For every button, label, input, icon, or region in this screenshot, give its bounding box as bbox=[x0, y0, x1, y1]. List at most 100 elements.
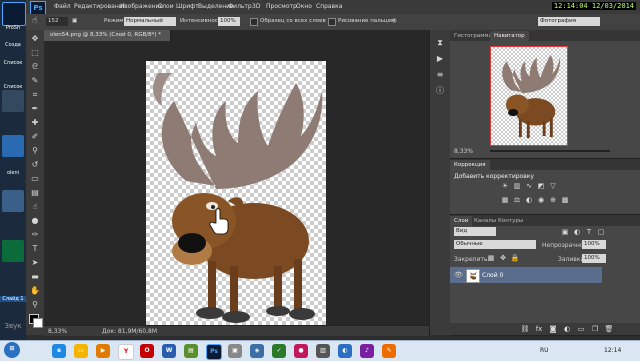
info-panel-icon[interactable]: ⓘ bbox=[435, 86, 445, 96]
layer-name[interactable]: Слой 0 bbox=[482, 272, 503, 279]
tab-paths[interactable]: Контуры bbox=[494, 216, 527, 226]
add-mask-icon[interactable]: ◙ bbox=[548, 324, 558, 334]
mode-select[interactable]: Нормальный bbox=[124, 17, 176, 26]
app7-taskbar-icon[interactable]: ◐ bbox=[338, 344, 352, 358]
crop-tool-icon[interactable]: ⌗ bbox=[30, 90, 40, 100]
quick-select-icon[interactable]: ✎ bbox=[30, 76, 40, 86]
photoshop-taskbar-icon[interactable]: Ps bbox=[206, 344, 222, 360]
brush-tool-icon[interactable]: ✐ bbox=[30, 132, 40, 142]
app3-taskbar-icon[interactable]: ◈ bbox=[250, 344, 264, 358]
clone-stamp-icon[interactable]: ⚲ bbox=[30, 146, 40, 156]
smudge-tool-icon[interactable]: ☝ bbox=[30, 202, 40, 212]
opacity-field[interactable]: 100% bbox=[582, 240, 606, 249]
tab-layers[interactable]: Слои bbox=[450, 216, 473, 226]
history-panel-icon[interactable]: ⧗ bbox=[435, 38, 445, 48]
menu-3d[interactable]: 3D bbox=[252, 3, 260, 10]
menu-image[interactable]: Изображение bbox=[120, 3, 163, 10]
zoom-level[interactable]: 8,33% bbox=[48, 328, 67, 335]
tab-adjustments[interactable]: Коррекция bbox=[450, 160, 490, 170]
levels-icon[interactable]: ▥ bbox=[512, 181, 522, 191]
app-taskbar-icon[interactable]: ▤ bbox=[184, 344, 198, 358]
navigator-zoom-slider[interactable] bbox=[490, 150, 610, 152]
app5-taskbar-icon[interactable]: ● bbox=[294, 344, 308, 358]
new-group-icon[interactable]: ▭ bbox=[576, 324, 586, 334]
layer-visibility-eye-icon[interactable]: 👁 bbox=[454, 271, 463, 279]
app8-taskbar-icon[interactable]: ♪ bbox=[360, 344, 374, 358]
menu-help[interactable]: Справка bbox=[316, 3, 342, 10]
finger-paint-checkbox[interactable] bbox=[328, 18, 336, 26]
ie-taskbar-icon[interactable]: e bbox=[52, 344, 66, 358]
lock-position-icon[interactable]: ✥ bbox=[498, 253, 508, 263]
photo-filter-icon[interactable]: ◉ bbox=[536, 195, 546, 205]
workspace-select[interactable]: Фотография bbox=[538, 17, 600, 26]
filter-adjust-icon[interactable]: ◐ bbox=[572, 227, 582, 237]
explorer-taskbar-icon[interactable]: ▭ bbox=[74, 344, 88, 358]
history-brush-icon[interactable]: ↺ bbox=[30, 160, 40, 170]
filter-type-icon[interactable]: T bbox=[584, 227, 594, 237]
media-taskbar-icon[interactable]: ▶ bbox=[96, 344, 110, 358]
type-tool-icon[interactable]: T bbox=[30, 244, 40, 254]
menu-type[interactable]: Шрифт bbox=[176, 3, 199, 10]
app4-taskbar-icon[interactable]: ✓ bbox=[272, 344, 286, 358]
path-select-icon[interactable]: ➤ bbox=[30, 258, 40, 268]
pressure-icon[interactable]: ◎ bbox=[392, 18, 397, 24]
blend-mode-select[interactable]: Обычные bbox=[454, 240, 536, 249]
brush-size-field[interactable]: 152 bbox=[46, 17, 68, 26]
smudge-tool-icon[interactable]: ☝ bbox=[32, 16, 37, 26]
brightness-icon[interactable]: ☀ bbox=[500, 181, 510, 191]
delete-layer-icon[interactable]: 🗑 bbox=[604, 324, 614, 334]
curves-icon[interactable]: ∿ bbox=[524, 181, 534, 191]
sample-all-checkbox[interactable] bbox=[250, 18, 258, 26]
adjustment-layer-icon[interactable]: ◐ bbox=[562, 324, 572, 334]
properties-panel-icon[interactable]: ≡ bbox=[435, 70, 445, 80]
menu-file[interactable]: Файл bbox=[54, 3, 71, 10]
document-tab[interactable]: olen54.png @ 8,33% (Слой 0, RGB/8*) * bbox=[44, 30, 171, 41]
menu-layers[interactable]: Слои bbox=[158, 3, 174, 10]
intensity-field[interactable]: 100% bbox=[218, 17, 240, 26]
color-lookup-icon[interactable]: ▩ bbox=[560, 195, 570, 205]
lock-pixels-icon[interactable]: ▦ bbox=[486, 253, 496, 263]
lock-all-icon[interactable]: 🔒 bbox=[510, 253, 520, 263]
navigator-zoom[interactable]: 8,33% bbox=[454, 148, 473, 155]
eyedropper-icon[interactable]: ✒ bbox=[30, 104, 40, 114]
marquee-tool-icon[interactable]: ⬚ bbox=[30, 48, 40, 58]
menu-view[interactable]: Просмотр bbox=[266, 3, 297, 10]
opera-taskbar-icon[interactable]: O bbox=[140, 344, 154, 358]
move-tool-icon[interactable]: ✥ bbox=[30, 34, 40, 44]
taskbar-clock[interactable]: 12:14 bbox=[604, 347, 621, 354]
gradient-tool-icon[interactable]: ▤ bbox=[30, 188, 40, 198]
link-layers-icon[interactable]: ⛓ bbox=[520, 324, 530, 334]
menu-window[interactable]: Окно bbox=[296, 3, 312, 10]
proshow-icon[interactable] bbox=[2, 2, 26, 26]
image-file-icon-2[interactable] bbox=[2, 190, 24, 212]
hue-saturation-icon[interactable]: ▦ bbox=[500, 195, 510, 205]
christmas-image-icon[interactable] bbox=[2, 240, 24, 262]
tab-navigator[interactable]: Навигатор bbox=[490, 31, 529, 41]
hand-tool-icon[interactable]: ✋ bbox=[30, 286, 40, 296]
menu-filter[interactable]: Фильтр bbox=[228, 3, 252, 10]
language-indicator[interactable]: RU bbox=[540, 347, 549, 354]
fill-field[interactable]: 100% bbox=[582, 254, 606, 263]
dodge-tool-icon[interactable]: ● bbox=[30, 216, 40, 226]
layer-row[interactable]: 👁 Слой 0 bbox=[450, 267, 602, 283]
zoom-tool-icon[interactable]: ⚲ bbox=[30, 300, 40, 310]
color-balance-icon[interactable]: ⚖ bbox=[512, 195, 522, 205]
black-white-icon[interactable]: ◐ bbox=[524, 195, 534, 205]
actions-panel-icon[interactable]: ▶ bbox=[435, 54, 445, 64]
app2-taskbar-icon[interactable]: ▣ bbox=[228, 344, 242, 358]
vibrance-icon[interactable]: ▽ bbox=[548, 181, 558, 191]
app9-taskbar-icon[interactable]: ✎ bbox=[382, 344, 396, 358]
image-canvas[interactable] bbox=[146, 61, 326, 333]
navigator-preview[interactable] bbox=[490, 46, 568, 146]
pen-tool-icon[interactable]: ✑ bbox=[30, 230, 40, 240]
lasso-tool-icon[interactable]: ᘓ bbox=[30, 62, 40, 72]
layer-filter-kind[interactable]: Вид bbox=[454, 227, 496, 236]
shape-tool-icon[interactable]: ▬ bbox=[30, 272, 40, 282]
word-taskbar-icon[interactable]: W bbox=[162, 344, 176, 358]
new-layer-icon[interactable]: ❐ bbox=[590, 324, 600, 334]
menu-edit[interactable]: Редактирование bbox=[74, 3, 126, 10]
background-color-swatch[interactable] bbox=[33, 318, 43, 328]
folder-icon[interactable] bbox=[2, 90, 24, 112]
start-button-icon[interactable]: ⊞ bbox=[4, 342, 20, 358]
exposure-icon[interactable]: ◩ bbox=[536, 181, 546, 191]
